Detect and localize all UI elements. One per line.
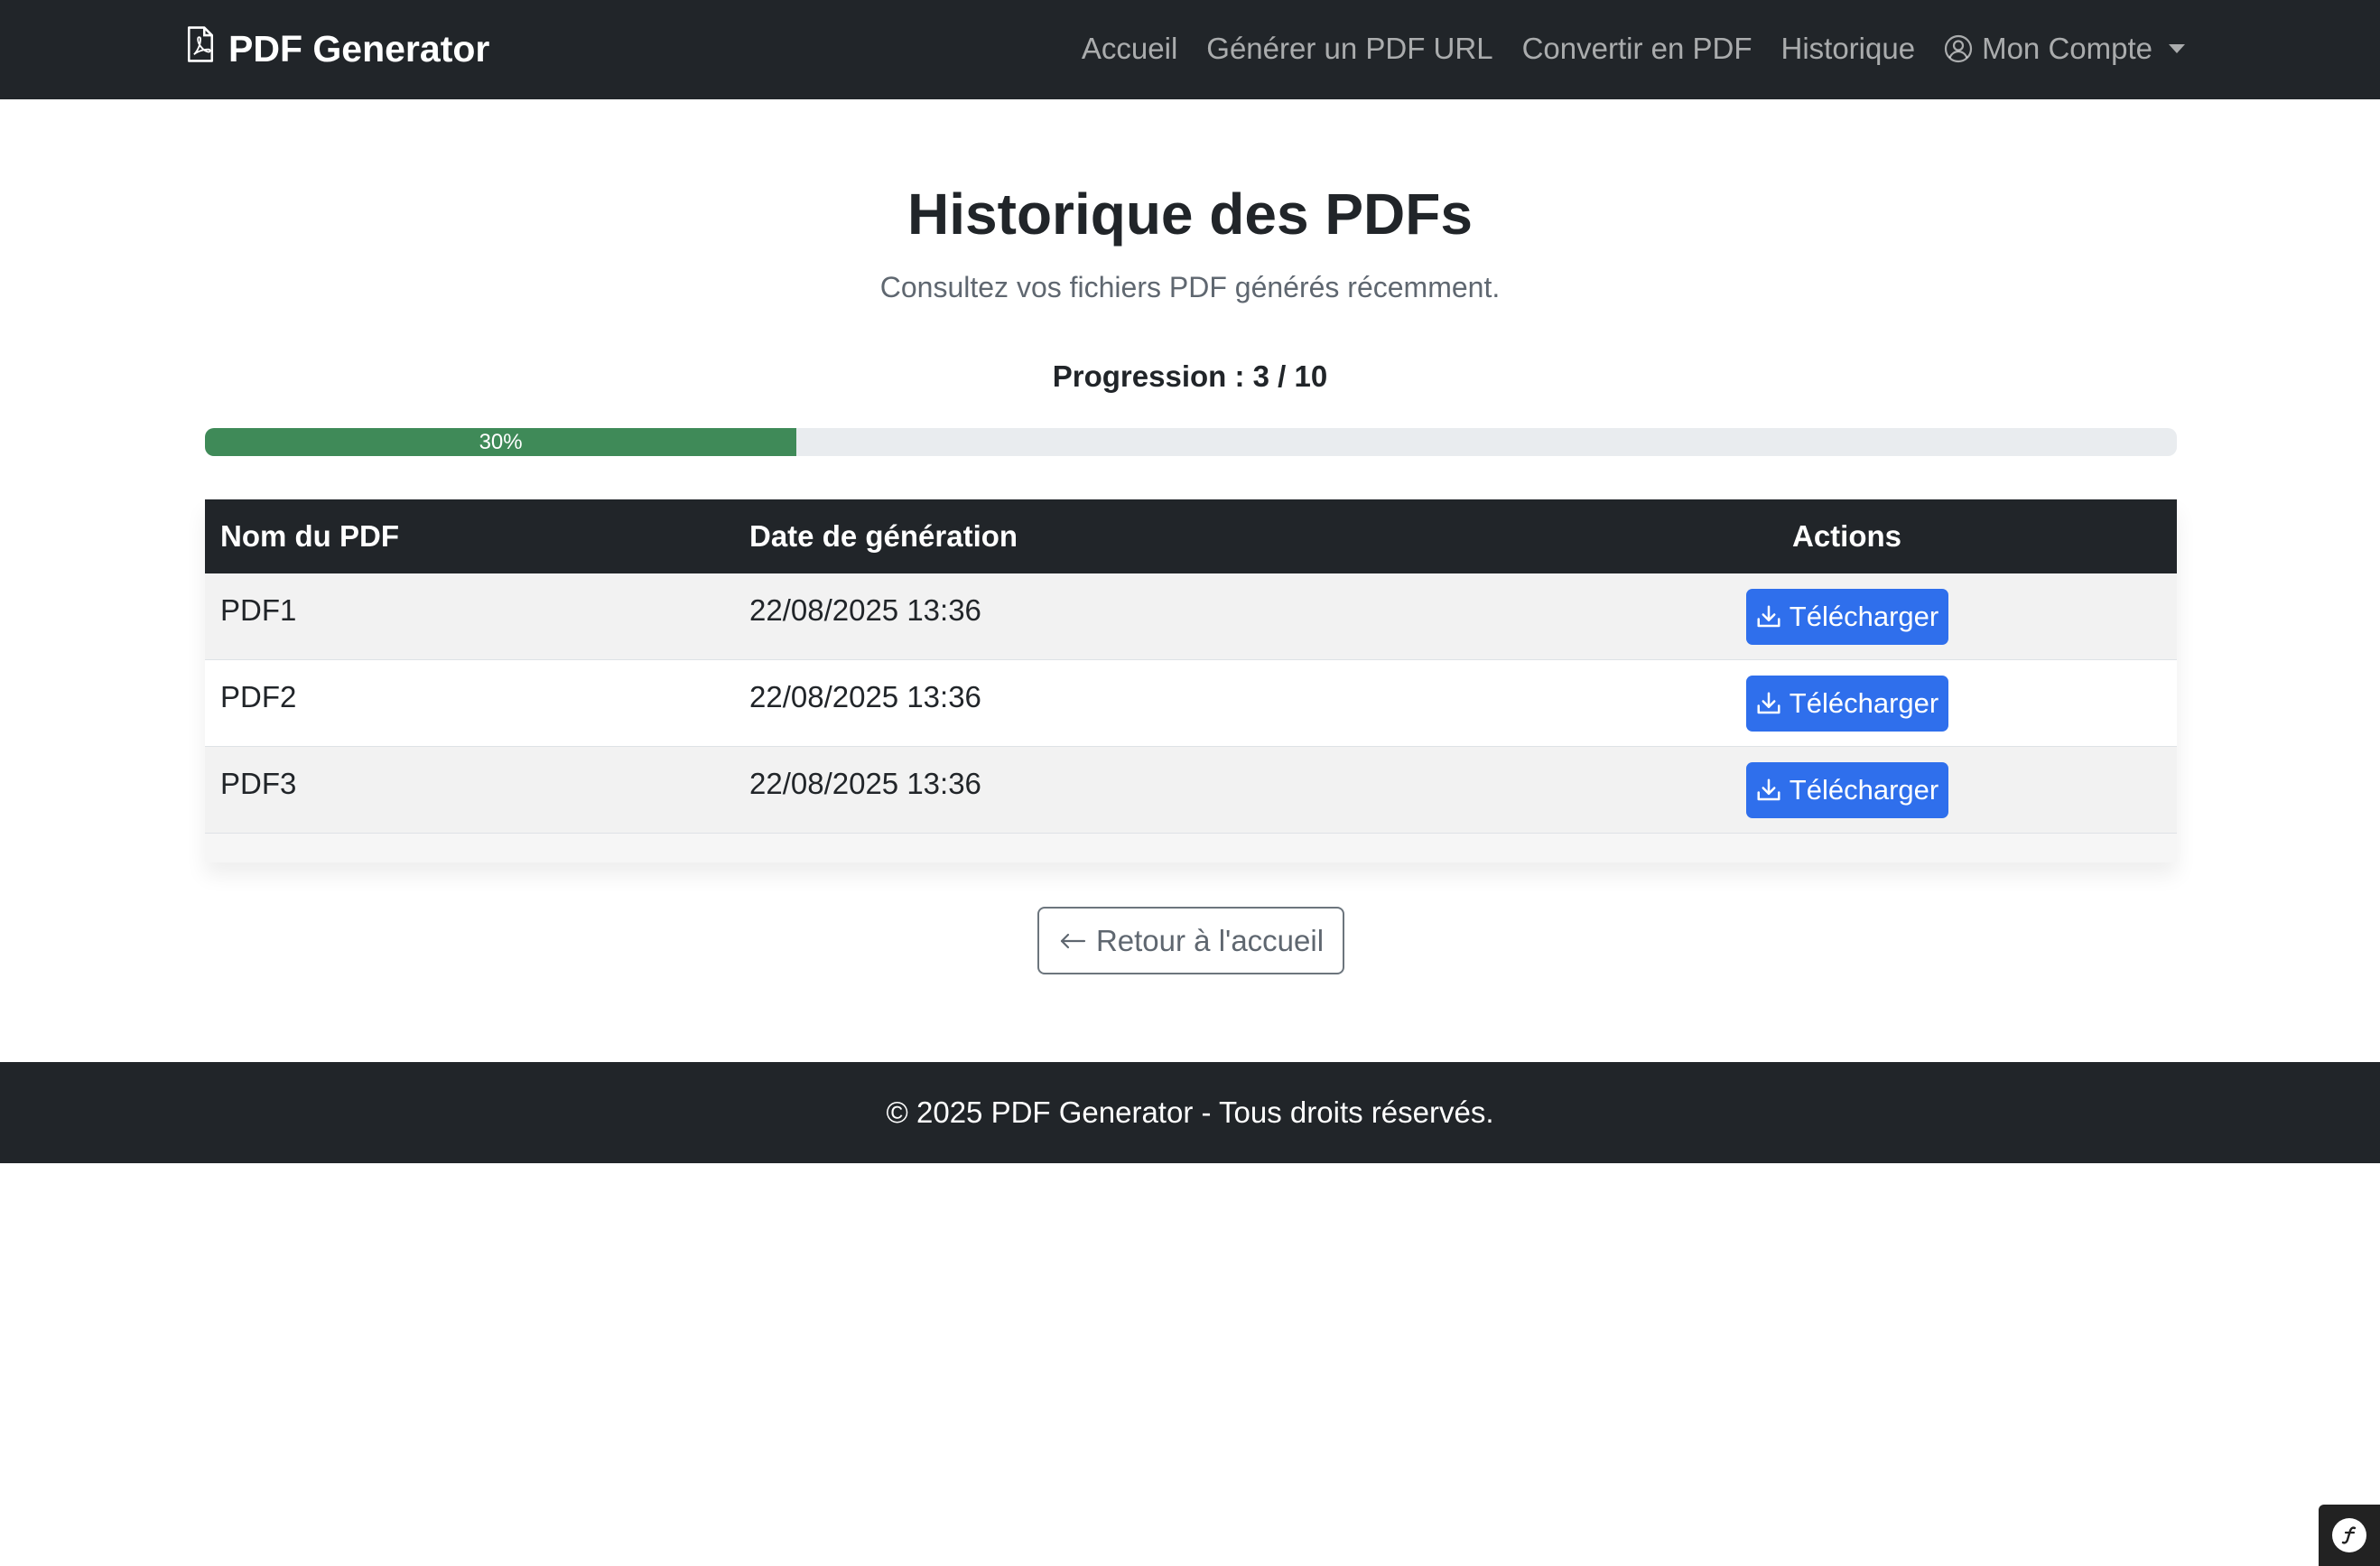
progress-bar-fill: 30%	[205, 428, 797, 456]
download-icon	[1755, 690, 1782, 717]
pdf-name: PDF3	[220, 767, 297, 800]
symfony-icon	[2330, 1516, 2368, 1554]
download-label: Télécharger	[1789, 600, 1939, 632]
download-button[interactable]: Télécharger	[1745, 675, 1948, 732]
header-actions: Actions	[1791, 519, 1901, 553]
pdf-history-table: Nom du PDF Date de génération Actions PD…	[205, 499, 2177, 862]
nav-links: Accueil Générer un PDF URL Convertir en …	[1067, 22, 2199, 76]
download-icon	[1755, 603, 1782, 630]
table-row: PDF3 22/08/2025 13:36 Télécharger	[205, 747, 2177, 834]
table-row: PDF2 22/08/2025 13:36 Télécharger	[205, 660, 2177, 747]
progress-label: Progression : 3 / 10	[1052, 359, 1328, 393]
footer-copyright: © 2025 PDF Generator - Tous droits réser…	[886, 1095, 1494, 1129]
arrow-left-icon	[1058, 930, 1087, 952]
download-label: Télécharger	[1789, 686, 1939, 719]
nav-link-convertir-pdf[interactable]: Convertir en PDF	[1508, 32, 1767, 66]
brand-name: PDF Generator	[228, 27, 490, 70]
file-pdf-icon	[185, 24, 216, 73]
back-home-button[interactable]: Retour à l'accueil	[1037, 907, 1344, 974]
pdf-date: 22/08/2025 13:36	[749, 680, 981, 713]
pdf-name: PDF1	[220, 593, 297, 627]
account-dropdown[interactable]: Mon Compte	[1929, 32, 2199, 66]
page-subtitle: Consultez vos fichiers PDF générés récem…	[879, 271, 1501, 303]
download-label: Télécharger	[1789, 773, 1939, 806]
page-title: Historique des PDFs	[907, 182, 1473, 247]
navbar: PDF Generator Accueil Générer un PDF URL…	[0, 0, 2380, 99]
download-button[interactable]: Télécharger	[1745, 588, 1948, 645]
header-date: Date de génération	[749, 519, 1018, 553]
brand-link[interactable]: PDF Generator	[185, 22, 489, 76]
back-home-label: Retour à l'accueil	[1095, 923, 1325, 957]
progress-percent: 30%	[479, 429, 523, 454]
nav-link-historique[interactable]: Historique	[1767, 32, 1930, 66]
account-label: Mon Compte	[1982, 32, 2152, 65]
pdf-date: 22/08/2025 13:36	[749, 767, 981, 800]
table-header: Nom du PDF Date de génération Actions	[205, 499, 2177, 573]
table-row: PDF1 22/08/2025 13:36 Télécharger	[205, 573, 2177, 660]
nav-link-accueil[interactable]: Accueil	[1067, 32, 1192, 66]
pdf-date: 22/08/2025 13:36	[749, 593, 981, 627]
symfony-toolbar-toggle[interactable]	[2319, 1505, 2380, 1566]
header-nom: Nom du PDF	[220, 519, 399, 553]
nav-link-generer-pdf-url[interactable]: Générer un PDF URL	[1192, 32, 1507, 66]
footer: © 2025 PDF Generator - Tous droits réser…	[0, 1062, 2380, 1163]
pdf-name: PDF2	[220, 680, 297, 713]
person-circle-icon	[1944, 34, 1973, 63]
download-icon	[1755, 777, 1782, 804]
download-button[interactable]: Télécharger	[1745, 761, 1948, 818]
progress-bar-track: 30%	[205, 428, 2177, 456]
chevron-down-icon	[2169, 44, 2185, 53]
table-bottom-spacer	[205, 834, 2177, 862]
